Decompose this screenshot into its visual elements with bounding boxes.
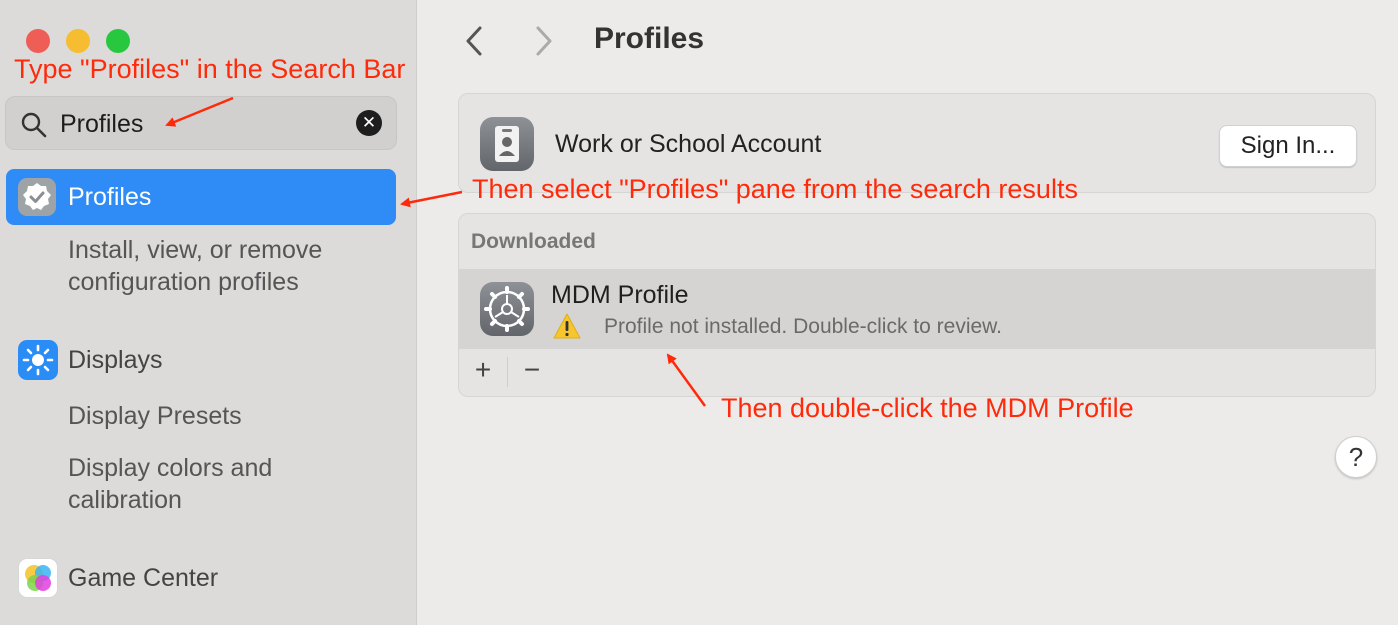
sidebar-item-profiles[interactable]: Profiles bbox=[6, 169, 396, 225]
help-button[interactable]: ? bbox=[1335, 436, 1377, 478]
profiles-search-result[interactable]: Install, view, or remove configuration p… bbox=[68, 234, 368, 298]
sun-icon bbox=[18, 340, 58, 380]
annotation-step-3: Then double-click the MDM Profile bbox=[721, 393, 1134, 423]
back-arrow-icon[interactable] bbox=[460, 24, 488, 58]
sidebar-item-displays[interactable]: Displays bbox=[68, 346, 162, 375]
display-presets-result[interactable]: Display Presets bbox=[68, 400, 242, 432]
sidebar-item-game-center[interactable]: Game Center bbox=[68, 564, 218, 593]
downloaded-profiles-card: Downloaded MDM Profile Profile not insta… bbox=[458, 213, 1376, 397]
add-profile-button[interactable]: + bbox=[468, 355, 498, 385]
sidebar: ✕ Profiles Install, view, or remove conf… bbox=[0, 0, 417, 625]
annotation-step-2: Then select "Profiles" pane from the sea… bbox=[472, 174, 1078, 204]
search-bar[interactable]: ✕ bbox=[5, 96, 397, 150]
zoom-window-button[interactable] bbox=[106, 29, 130, 53]
forward-arrow-icon[interactable] bbox=[530, 24, 558, 58]
checkmark-badge-icon bbox=[18, 178, 56, 216]
downloaded-header: Downloaded bbox=[471, 230, 596, 253]
display-colors-result[interactable]: Display colors and calibration bbox=[68, 452, 328, 516]
page-title: Profiles bbox=[594, 22, 705, 55]
gear-icon bbox=[480, 282, 534, 336]
annotation-step-1: Type "Profiles" in the Search Bar bbox=[14, 54, 406, 84]
sign-in-button[interactable]: Sign In... bbox=[1219, 125, 1357, 167]
work-account-label: Work or School Account bbox=[555, 130, 822, 158]
search-icon bbox=[21, 112, 47, 138]
minimize-window-button[interactable] bbox=[66, 29, 90, 53]
remove-profile-button[interactable]: − bbox=[517, 355, 547, 385]
toolbar-divider bbox=[507, 357, 508, 387]
mdm-profile-name: MDM Profile bbox=[551, 281, 689, 309]
search-input[interactable] bbox=[58, 105, 342, 143]
clear-search-icon[interactable]: ✕ bbox=[356, 110, 382, 136]
mdm-profile-row[interactable]: MDM Profile Profile not installed. Doubl… bbox=[459, 269, 1375, 349]
warning-icon bbox=[553, 313, 581, 339]
sidebar-item-label: Profiles bbox=[68, 183, 152, 211]
id-badge-icon bbox=[480, 117, 534, 171]
game-center-icon bbox=[18, 558, 58, 598]
close-window-button[interactable] bbox=[26, 29, 50, 53]
mdm-profile-status: Profile not installed. Double-click to r… bbox=[604, 315, 1003, 338]
